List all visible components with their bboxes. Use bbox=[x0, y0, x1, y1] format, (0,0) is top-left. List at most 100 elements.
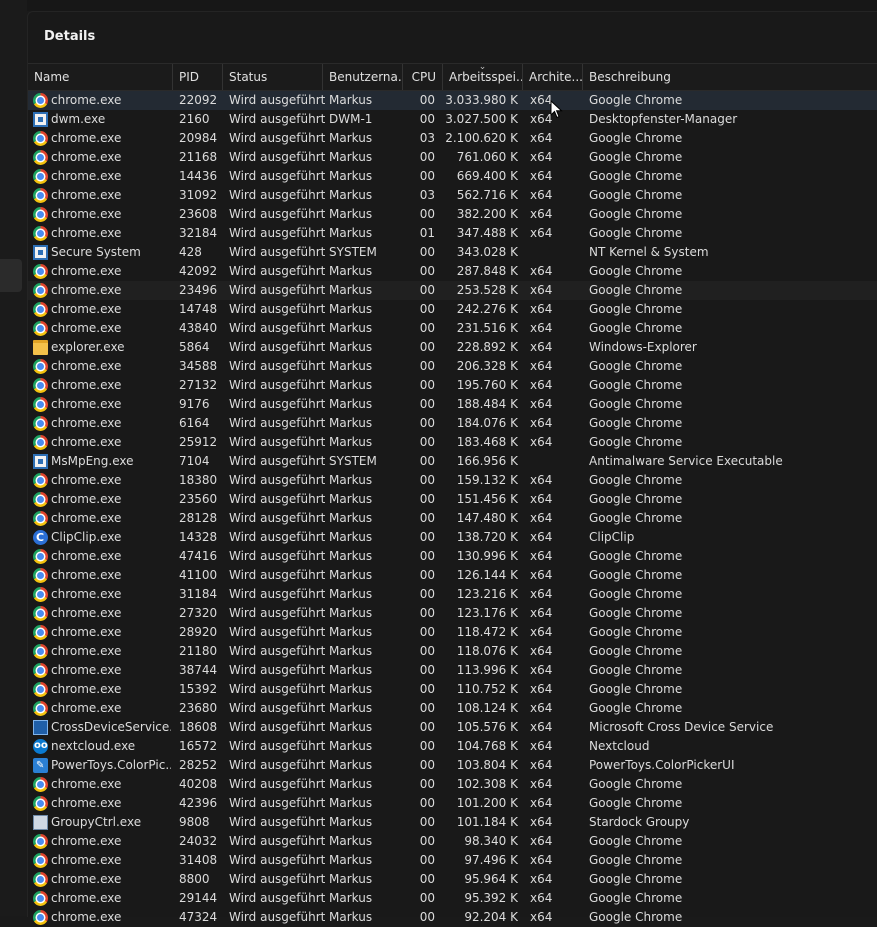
table-row[interactable]: chrome.exe 28920 Wird ausgeführt Markus 00 11… bbox=[28, 623, 877, 642]
table-row[interactable]: chrome.exe 42396 Wird ausgeführt Markus 00 10… bbox=[28, 794, 877, 813]
process-name: CrossDeviceService.e... bbox=[33, 718, 171, 737]
process-architecture: x64 bbox=[530, 720, 553, 734]
table-row[interactable]: chrome.exe 32184 Wird ausgeführt Markus 01 34… bbox=[28, 224, 877, 243]
process-name-label: dwm.exe bbox=[51, 112, 106, 126]
process-name: chrome.exe bbox=[33, 699, 171, 718]
table-row[interactable]: chrome.exe 23680 Wird ausgeführt Markus 00 10… bbox=[28, 699, 877, 718]
table-row[interactable]: chrome.exe 41100 Wird ausgeführt Markus 00 12… bbox=[28, 566, 877, 585]
column-header-architecture[interactable]: Archite... bbox=[523, 64, 583, 90]
process-pid: 21180 bbox=[179, 644, 218, 658]
process-memory: 123.176 K bbox=[456, 606, 518, 620]
process-pid: 28128 bbox=[179, 511, 218, 525]
table-row[interactable]: chrome.exe 21168 Wird ausgeführt Markus 00 76… bbox=[28, 148, 877, 167]
process-name: Secure System bbox=[33, 243, 171, 262]
process-name-label: chrome.exe bbox=[51, 777, 122, 791]
process-user: Markus bbox=[329, 340, 373, 354]
column-header-user[interactable]: Benutzerna... bbox=[323, 64, 403, 90]
table-row[interactable]: GroupyCtrl.exe 9808 Wird ausgeführt Markus 0… bbox=[28, 813, 877, 832]
process-name-label: chrome.exe bbox=[51, 511, 122, 525]
table-row[interactable]: chrome.exe 47416 Wird ausgeführt Markus 00 13… bbox=[28, 547, 877, 566]
table-row[interactable]: chrome.exe 24032 Wird ausgeführt Markus 00 98… bbox=[28, 832, 877, 851]
process-name-label: chrome.exe bbox=[51, 416, 122, 430]
chrome-icon bbox=[33, 587, 48, 602]
table-row[interactable]: chrome.exe 28128 Wird ausgeführt Markus 00 14… bbox=[28, 509, 877, 528]
process-memory: 166.956 K bbox=[456, 454, 518, 468]
table-row[interactable]: chrome.exe 14748 Wird ausgeführt Markus 00 24… bbox=[28, 300, 877, 319]
table-row[interactable]: chrome.exe 8800 Wird ausgeführt Markus 00 95.… bbox=[28, 870, 877, 889]
process-status: Wird ausgeführt bbox=[229, 758, 325, 772]
process-architecture: x64 bbox=[530, 625, 553, 639]
process-cpu: 00 bbox=[419, 169, 435, 183]
process-pid: 24032 bbox=[179, 834, 218, 848]
table-row[interactable]: chrome.exe 47324 Wird ausgeführt Markus 00 92… bbox=[28, 908, 877, 927]
process-status: Wird ausgeführt bbox=[229, 568, 325, 582]
table-row[interactable]: chrome.exe 23496 Wird ausgeführt Markus 00 25… bbox=[28, 281, 877, 300]
table-row[interactable]: explorer.exe 5864 Wird ausgeführt Markus 00 2… bbox=[28, 338, 877, 357]
column-header-pid[interactable]: PID bbox=[173, 64, 223, 90]
table-row[interactable]: chrome.exe 20984 Wird ausgeführt Markus 03 2.… bbox=[28, 129, 877, 148]
table-row[interactable]: dwm.exe 2160 Wird ausgeführt DWM-1 00 3.027.5… bbox=[28, 110, 877, 129]
table-row[interactable]: chrome.exe 23560 Wird ausgeführt Markus 00 15… bbox=[28, 490, 877, 509]
process-memory: 118.076 K bbox=[456, 644, 518, 658]
process-name-label: chrome.exe bbox=[51, 891, 122, 905]
table-row[interactable]: chrome.exe 22092 Wird ausgeführt Markus 00 3.… bbox=[28, 91, 877, 110]
table-row[interactable]: chrome.exe 31092 Wird ausgeführt Markus 03 56… bbox=[28, 186, 877, 205]
table-row[interactable]: chrome.exe 25912 Wird ausgeführt Markus 00 18… bbox=[28, 433, 877, 452]
table-row[interactable]: chrome.exe 18380 Wird ausgeführt Markus 00 15… bbox=[28, 471, 877, 490]
process-name: chrome.exe bbox=[33, 433, 171, 452]
table-row[interactable]: nextcloud.exe 16572 Wird ausgeführt Markus 0… bbox=[28, 737, 877, 756]
column-header-status[interactable]: Status bbox=[223, 64, 323, 90]
column-header-memory[interactable]: ⌄ Arbeitsspei... bbox=[443, 64, 523, 90]
process-architecture: x64 bbox=[530, 378, 553, 392]
process-status: Wird ausgeführt bbox=[229, 112, 325, 126]
table-row[interactable]: chrome.exe 15392 Wird ausgeführt Markus 00 11… bbox=[28, 680, 877, 699]
table-row[interactable]: chrome.exe 40208 Wird ausgeführt Markus 00 10… bbox=[28, 775, 877, 794]
process-pid: 31092 bbox=[179, 188, 218, 202]
process-status: Wird ausgeführt bbox=[229, 853, 325, 867]
table-row[interactable]: Secure System 428 Wird ausgeführt SYSTEM 00 3… bbox=[28, 243, 877, 262]
chrome-icon bbox=[33, 910, 48, 925]
table-row[interactable]: chrome.exe 43840 Wird ausgeführt Markus 00 23… bbox=[28, 319, 877, 338]
table-row[interactable]: ClipClip.exe 14328 Wird ausgeführt Markus 00… bbox=[28, 528, 877, 547]
process-user: Markus bbox=[329, 378, 373, 392]
nav-item-details-selected[interactable] bbox=[0, 259, 22, 292]
chrome-icon bbox=[33, 511, 48, 526]
process-pid: 428 bbox=[179, 245, 202, 259]
chrome-icon bbox=[33, 568, 48, 583]
process-description: Google Chrome bbox=[589, 663, 683, 677]
column-header-name[interactable]: Name bbox=[28, 64, 173, 90]
table-row[interactable]: chrome.exe 31408 Wird ausgeführt Markus 00 97… bbox=[28, 851, 877, 870]
table-row[interactable]: chrome.exe 27320 Wird ausgeführt Markus 00 12… bbox=[28, 604, 877, 623]
process-pid: 41100 bbox=[179, 568, 218, 582]
table-row[interactable]: PowerToys.ColorPic... 28252 Wird ausgeführ… bbox=[28, 756, 877, 775]
table-row[interactable]: chrome.exe 14436 Wird ausgeführt Markus 00 66… bbox=[28, 167, 877, 186]
chrome-icon bbox=[33, 207, 48, 222]
process-name: ClipClip.exe bbox=[33, 528, 171, 547]
process-cpu: 00 bbox=[419, 910, 435, 924]
table-row[interactable]: chrome.exe 23608 Wird ausgeführt Markus 00 38… bbox=[28, 205, 877, 224]
process-cpu: 00 bbox=[419, 758, 435, 772]
process-status: Wird ausgeführt bbox=[229, 720, 325, 734]
process-name-label: chrome.exe bbox=[51, 226, 122, 240]
table-row[interactable]: chrome.exe 21180 Wird ausgeführt Markus 00 11… bbox=[28, 642, 877, 661]
table-row[interactable]: MsMpEng.exe 7104 Wird ausgeführt SYSTEM 00 16… bbox=[28, 452, 877, 471]
column-header-cpu[interactable]: CPU bbox=[403, 64, 443, 90]
table-row[interactable]: chrome.exe 9176 Wird ausgeführt Markus 00 188… bbox=[28, 395, 877, 414]
process-name-label: chrome.exe bbox=[51, 796, 122, 810]
table-row[interactable]: chrome.exe 42092 Wird ausgeführt Markus 00 28… bbox=[28, 262, 877, 281]
process-name-label: chrome.exe bbox=[51, 283, 122, 297]
process-pid: 16572 bbox=[179, 739, 218, 753]
process-cpu: 00 bbox=[419, 777, 435, 791]
table-row[interactable]: chrome.exe 34588 Wird ausgeführt Markus 00 20… bbox=[28, 357, 877, 376]
table-row[interactable]: chrome.exe 6164 Wird ausgeführt Markus 00 184… bbox=[28, 414, 877, 433]
process-name: chrome.exe bbox=[33, 908, 171, 927]
process-pid: 22092 bbox=[179, 93, 218, 107]
table-row[interactable]: CrossDeviceService.e... 18608 Wird ausgefü… bbox=[28, 718, 877, 737]
table-row[interactable]: chrome.exe 38744 Wird ausgeführt Markus 00 11… bbox=[28, 661, 877, 680]
process-name: chrome.exe bbox=[33, 851, 171, 870]
process-status: Wird ausgeführt bbox=[229, 131, 325, 145]
column-header-description[interactable]: Beschreibung bbox=[583, 64, 877, 90]
table-row[interactable]: chrome.exe 27132 Wird ausgeführt Markus 00 19… bbox=[28, 376, 877, 395]
table-row[interactable]: chrome.exe 31184 Wird ausgeführt Markus 00 12… bbox=[28, 585, 877, 604]
table-row[interactable]: chrome.exe 29144 Wird ausgeführt Markus 00 95… bbox=[28, 889, 877, 908]
